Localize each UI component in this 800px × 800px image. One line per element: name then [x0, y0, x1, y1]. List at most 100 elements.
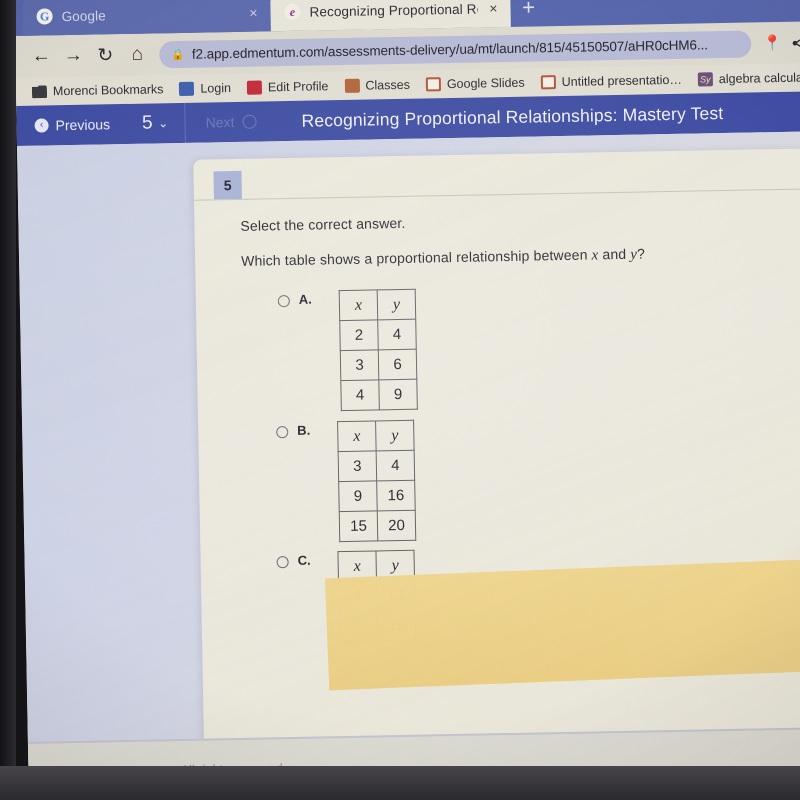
- bookmark-untitled-presentation[interactable]: Untitled presentatio…: [535, 71, 689, 92]
- cell-x: 4: [338, 580, 378, 612]
- bookmark-classes[interactable]: Classes: [338, 76, 416, 95]
- lock-icon: 🔒: [171, 48, 186, 61]
- symbolab-icon: Sy: [697, 72, 713, 87]
- previous-label: Previous: [55, 116, 111, 134]
- google-slides-icon: [425, 77, 442, 92]
- bookmark-label: algebra calculator: [718, 70, 800, 87]
- column-header-x: x: [337, 420, 377, 452]
- table-row: 4 9: [340, 379, 418, 411]
- cell-x: 3: [340, 349, 379, 381]
- cell-y: 4: [377, 319, 417, 350]
- next-button[interactable]: Next: [186, 113, 277, 131]
- divider: [193, 187, 800, 201]
- table-row: 2 4: [339, 319, 417, 351]
- bookmark-login[interactable]: Login: [173, 79, 237, 98]
- cell-y: 4: [376, 450, 415, 481]
- cell-x: 2: [339, 319, 379, 351]
- assessment-body: 5 Select the correct answer. Which table…: [16, 131, 800, 779]
- question-number-value: 5: [141, 112, 154, 134]
- cell-y: 6: [378, 349, 417, 380]
- column-header-y: y: [377, 289, 416, 320]
- question-number-dropdown[interactable]: 5 ⌄: [125, 102, 187, 144]
- table-header-row: x y: [337, 550, 415, 582]
- radio-button-b[interactable]: [276, 426, 289, 439]
- screen-bezel-left: [0, 0, 16, 800]
- answer-option-c[interactable]: C. x y 4 12 5 15: [276, 550, 416, 644]
- browser-tab-edmentum[interactable]: e Recognizing Proportional Relatic ×: [270, 0, 511, 32]
- option-label-c: C.: [297, 552, 311, 568]
- table-header-row: x y: [339, 289, 416, 321]
- option-label-a: A.: [298, 291, 312, 307]
- home-icon[interactable]: ⌂: [121, 38, 154, 71]
- cell-y: 20: [377, 510, 416, 541]
- column-header-x: x: [337, 550, 377, 582]
- cell-y: 15: [377, 610, 416, 641]
- cell-y: 12: [376, 580, 416, 611]
- bookmark-label: Untitled presentatio…: [561, 72, 682, 89]
- new-tab-button[interactable]: +: [514, 0, 543, 23]
- question-card: 5 Select the correct answer. Which table…: [193, 147, 800, 779]
- presentation-icon: [540, 75, 556, 90]
- bookmark-morenci-bookmarks[interactable]: Morenci Bookmarks: [26, 80, 170, 101]
- reload-icon[interactable]: ↻: [89, 39, 122, 72]
- table-row: 4 12: [338, 580, 416, 612]
- bookmark-google-slides[interactable]: Google Slides: [420, 74, 531, 94]
- question-instruction: Select the correct answer.: [240, 214, 406, 234]
- chevron-left-icon: ‹: [34, 118, 49, 133]
- cell-x: 15: [339, 510, 378, 542]
- table-header-row: x y: [337, 420, 415, 452]
- bookmark-label: Classes: [365, 77, 411, 93]
- prompt-suffix: ?: [636, 245, 646, 262]
- close-icon[interactable]: ×: [246, 3, 261, 21]
- next-label: Next: [205, 113, 235, 131]
- address-bar-url: f2.app.edmentum.com/assessments-delivery…: [191, 36, 708, 62]
- chevron-down-icon: ⌄: [157, 116, 169, 131]
- bookmark-algebra-calculator[interactable]: Sy algebra calculator: [692, 68, 800, 88]
- previous-button[interactable]: ‹ Previous: [16, 116, 126, 134]
- answer-option-a[interactable]: A. x y 2 4 3 6 4 9: [277, 289, 418, 413]
- option-a-table: x y 2 4 3 6 4 9: [339, 289, 418, 411]
- question-badge: 5: [213, 170, 242, 200]
- browser-tab-google[interactable]: G Google ×: [22, 0, 271, 36]
- bookmark-label: Login: [200, 81, 232, 96]
- address-bar[interactable]: 🔒 f2.app.edmentum.com/assessments-delive…: [159, 30, 752, 68]
- folder-icon: [32, 85, 47, 98]
- answer-option-b[interactable]: B. x y 3 4 9 16 15 20: [276, 420, 416, 544]
- cell-x: 9: [338, 480, 378, 512]
- column-header-y: y: [375, 420, 415, 451]
- bookmark-label: Google Slides: [446, 75, 525, 92]
- tab-title: Recognizing Proportional Relatic: [309, 1, 478, 20]
- forward-icon[interactable]: →: [57, 40, 90, 73]
- table-row: 5 15: [339, 610, 416, 642]
- login-icon: [179, 81, 195, 96]
- cell-x: 4: [340, 379, 380, 411]
- radio-button-a[interactable]: [277, 294, 290, 308]
- bookmark-label: Morenci Bookmarks: [52, 82, 164, 99]
- edmentum-icon: e: [284, 3, 301, 21]
- tab-title: Google: [61, 7, 106, 24]
- back-icon[interactable]: ←: [25, 40, 58, 73]
- question-prompt: Which table shows a proportional relatio…: [241, 245, 645, 270]
- chevron-right-icon: [242, 114, 257, 129]
- table-row: 15 20: [339, 510, 416, 542]
- cell-x: 3: [338, 450, 377, 482]
- table-row: 9 16: [338, 480, 416, 512]
- share-icon[interactable]: [785, 29, 800, 55]
- column-header-y: y: [375, 550, 415, 581]
- table-row: 3 6: [340, 349, 417, 381]
- location-pin-icon[interactable]: 📍: [759, 30, 785, 56]
- chromebook-screen: G Google × e Recognizing Proportional Re…: [14, 0, 800, 800]
- option-label-b: B.: [297, 422, 311, 438]
- cell-y: 16: [376, 480, 416, 511]
- bookmark-edit-profile[interactable]: Edit Profile: [241, 77, 335, 97]
- classes-icon: [344, 78, 360, 93]
- cell-y: 9: [378, 379, 418, 410]
- close-icon[interactable]: ×: [486, 0, 501, 17]
- cell-x: 5: [339, 610, 378, 642]
- option-c-table: x y 4 12 5 15: [337, 550, 416, 642]
- edit-profile-icon: [246, 80, 263, 95]
- radio-button-c[interactable]: [276, 556, 289, 569]
- screen-bezel-bottom: [0, 766, 800, 800]
- google-icon: G: [36, 8, 53, 25]
- column-header-x: x: [339, 289, 378, 321]
